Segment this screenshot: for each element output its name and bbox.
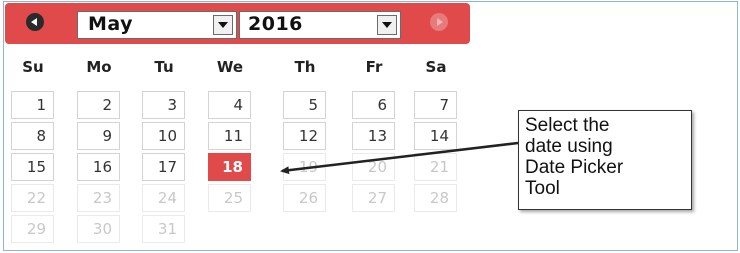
arrow-line (280, 141, 519, 175)
callout-line: Select the (525, 115, 610, 136)
callout-line: date using (525, 136, 613, 157)
callout-line: Date Picker (525, 157, 624, 178)
callout-box: Select the date using Date Picker Tool (518, 110, 692, 210)
callout-line: Tool (525, 178, 560, 199)
